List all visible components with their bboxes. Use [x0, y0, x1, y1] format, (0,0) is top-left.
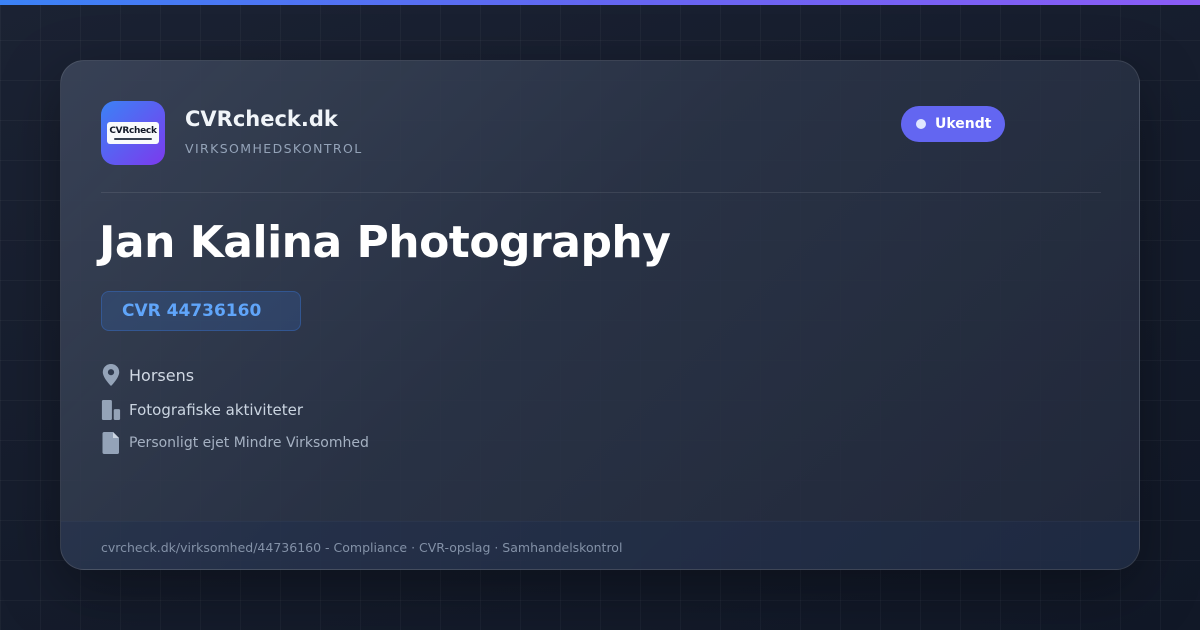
info-row-industry: Fotografiske aktiviteter: [101, 398, 303, 422]
cvrcheck-logo: CVRcheck: [101, 101, 165, 165]
status-badge: Ukendt: [901, 106, 1005, 142]
company-card: CVRcheck CVRcheck.dk VIRKSOMHEDSKONTROL …: [60, 60, 1140, 570]
brand-tagline: VIRKSOMHEDSKONTROL: [185, 141, 363, 156]
card-footer: cvrcheck.dk/virksomhed/44736160 - Compli…: [61, 521, 1139, 569]
status-label: Ukendt: [935, 116, 992, 132]
footer-url-text: cvrcheck.dk/virksomhed/44736160 - Compli…: [101, 540, 623, 555]
info-row-legal-form: Personligt ejet Mindre Virksomhed: [101, 431, 369, 455]
logo-wordmark: CVRcheck: [109, 126, 157, 136]
info-row-city: Horsens: [101, 363, 194, 387]
location-pin-icon: [101, 363, 121, 387]
header-divider: [101, 192, 1101, 193]
building-icon: [101, 398, 121, 422]
logo-underline: [114, 138, 152, 140]
brand-name: CVRcheck.dk: [185, 107, 338, 131]
logo-plate: CVRcheck: [107, 122, 159, 144]
company-name: Jan Kalina Photography: [99, 217, 671, 268]
document-icon: [101, 431, 121, 455]
status-dot-icon: [916, 119, 926, 129]
top-accent-bar: [0, 0, 1200, 5]
company-legal-form: Personligt ejet Mindre Virksomhed: [129, 435, 369, 451]
company-industry: Fotografiske aktiviteter: [129, 401, 303, 419]
cvr-number-chip: CVR 44736160: [101, 291, 301, 331]
company-city: Horsens: [129, 365, 195, 385]
